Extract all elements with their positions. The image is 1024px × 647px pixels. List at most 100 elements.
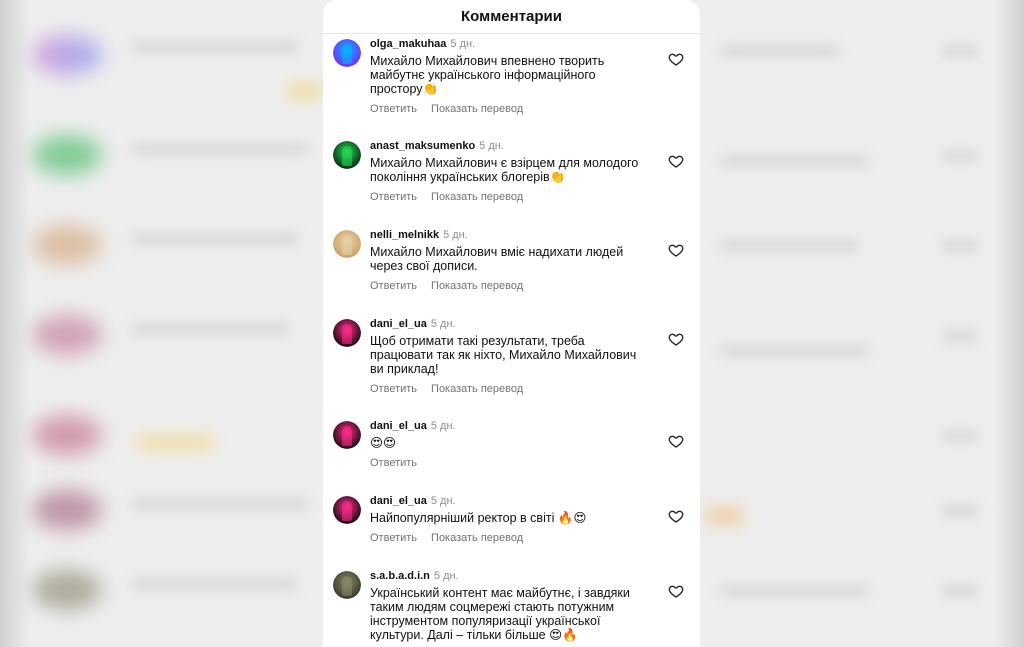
comment-time: 5 дн.: [450, 38, 476, 50]
like-heart-icon[interactable]: [668, 153, 684, 169]
bg-line: [940, 430, 980, 442]
bg-accent: [285, 83, 325, 99]
comment-item: olga_makuhaa 5 дн. Михайло Михайлович впев…: [323, 38, 700, 119]
bg-line: [940, 330, 980, 342]
bg-line: [720, 155, 870, 167]
avatar-figure: [342, 426, 352, 446]
reply-button[interactable]: Ответить: [370, 383, 417, 395]
bg-avatar: [32, 315, 102, 355]
reply-button[interactable]: Ответить: [370, 191, 417, 203]
avatar[interactable]: [333, 496, 361, 524]
bg-line: [720, 45, 840, 57]
comment-username[interactable]: anast_maksumenko: [370, 140, 475, 152]
comment-header: dani_el_ua 5 дн.: [370, 420, 456, 432]
show-translation-button[interactable]: Показать перевод: [431, 191, 523, 203]
like-heart-icon[interactable]: [668, 583, 684, 599]
avatar-figure: [342, 501, 352, 521]
reply-button[interactable]: Ответить: [370, 457, 417, 469]
comment-actions: Ответить Показать перевод: [370, 383, 537, 395]
bg-line: [940, 150, 980, 162]
bg-line: [720, 585, 870, 597]
bg-line: [130, 498, 310, 510]
comment-username[interactable]: s.a.b.a.d.i.n: [370, 570, 430, 582]
comment-time: 5 дн.: [430, 318, 456, 330]
comment-time: 5 дн.: [430, 420, 456, 432]
show-translation-button[interactable]: Показать перевод: [431, 532, 523, 544]
avatar[interactable]: [333, 421, 361, 449]
comment-header: nelli_melnikk 5 дн.: [370, 229, 468, 241]
bg-line: [940, 45, 980, 57]
bg-avatar: [32, 490, 102, 530]
show-translation-button[interactable]: Показать перевод: [431, 103, 523, 115]
bg-line: [130, 323, 290, 335]
comment-text: 😍😍: [370, 436, 397, 450]
comment-username[interactable]: dani_el_ua: [370, 495, 427, 507]
reply-button[interactable]: Ответить: [370, 280, 417, 292]
comment-username[interactable]: olga_makuhaa: [370, 38, 446, 50]
show-translation-button[interactable]: Показать перевод: [431, 280, 523, 292]
like-heart-icon[interactable]: [668, 51, 684, 67]
comment-time: 5 дн.: [443, 229, 468, 241]
bg-avatar: [32, 415, 102, 455]
comment-item: dani_el_ua 5 дн. 😍😍 Ответить: [323, 420, 700, 476]
bg-line: [130, 233, 300, 245]
comment-actions: Ответить Показать перевод: [370, 191, 537, 203]
avatar[interactable]: [333, 571, 361, 599]
comment-text: Михайло Михайлович впевнено творить майб…: [370, 54, 605, 96]
comment-actions: Ответить Показать перевод: [370, 103, 537, 115]
comment-item: anast_maksumenko 5 дн. Михайло Михайлович …: [323, 140, 700, 211]
reply-button[interactable]: Ответить: [370, 103, 417, 115]
comment-username[interactable]: dani_el_ua: [370, 420, 427, 432]
modal-title: Комментарии: [323, 0, 700, 34]
comment-item: nelli_melnikk 5 дн. Михайло Михайлович вмі…: [323, 229, 700, 300]
bg-accent: [135, 435, 215, 451]
edge-shadow-right: [994, 0, 1024, 647]
comment-time: 5 дн.: [433, 570, 459, 582]
like-heart-icon[interactable]: [668, 433, 684, 449]
comment-time: 5 дн.: [430, 495, 456, 507]
comment-item: dani_el_ua 5 дн. Щоб отримати такі результ…: [323, 318, 700, 404]
bg-line: [940, 585, 980, 597]
comment-username[interactable]: dani_el_ua: [370, 318, 427, 330]
avatar-figure: [342, 44, 352, 64]
bg-avatar: [32, 135, 102, 175]
bg-line: [940, 240, 980, 252]
comment-text: Михайло Михайлович є взірцем для молодог…: [370, 156, 639, 184]
avatar[interactable]: [333, 230, 361, 258]
avatar[interactable]: [333, 319, 361, 347]
comment-username[interactable]: nelli_melnikk: [370, 229, 439, 241]
comment-text: Український контент має майбутнє, і завд…: [370, 586, 630, 642]
like-heart-icon[interactable]: [668, 331, 684, 347]
avatar-figure: [342, 324, 352, 344]
bg-avatar: [32, 225, 102, 265]
bg-line: [720, 345, 870, 357]
comment-text: Найпопулярніший ректор в світі 🔥😍: [370, 511, 587, 525]
comment-header: dani_el_ua 5 дн.: [370, 495, 456, 507]
bg-line: [130, 143, 310, 155]
bg-avatar: [32, 570, 102, 610]
edge-shadow-left: [0, 0, 30, 647]
avatar-figure: [342, 576, 352, 596]
avatar-figure: [342, 146, 352, 166]
like-heart-icon[interactable]: [668, 508, 684, 524]
avatar[interactable]: [333, 141, 361, 169]
show-translation-button[interactable]: Показать перевод: [431, 383, 523, 395]
bg-line: [940, 505, 980, 517]
bg-accent: [705, 508, 745, 524]
comment-header: dani_el_ua 5 дн.: [370, 318, 456, 330]
comment-item: s.a.b.a.d.i.n 5 дн. Український контент ма…: [323, 570, 700, 647]
comment-text: Михайло Михайлович вміє надихати людей ч…: [370, 245, 624, 273]
comment-header: anast_maksumenko 5 дн.: [370, 140, 504, 152]
avatar-figure: [342, 235, 352, 255]
comment-actions: Ответить: [370, 457, 431, 469]
reply-button[interactable]: Ответить: [370, 532, 417, 544]
comment-item: dani_el_ua 5 дн. Найпопулярніший ректор в …: [323, 495, 700, 551]
comments-modal: Комментарии olga_makuhaa 5 дн. Михайло Мих…: [323, 0, 700, 647]
comment-actions: Ответить Показать перевод: [370, 280, 537, 292]
bg-avatar: [32, 35, 102, 75]
bg-line: [130, 41, 300, 53]
bg-line: [720, 240, 860, 252]
avatar[interactable]: [333, 39, 361, 67]
like-heart-icon[interactable]: [668, 242, 684, 258]
comment-header: olga_makuhaa 5 дн.: [370, 38, 475, 50]
